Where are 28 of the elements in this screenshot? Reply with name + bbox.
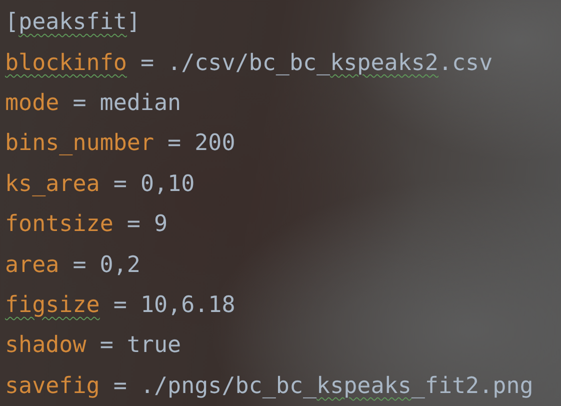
config-value: 0,10 (140, 170, 195, 197)
equals-sign: = (126, 211, 140, 238)
config-key: fontsize (5, 211, 114, 238)
equals-sign: = (72, 252, 86, 278)
config-key: bins_number (5, 130, 154, 156)
equals-sign: = (113, 292, 127, 318)
equals-sign: = (140, 50, 154, 76)
config-value: true (126, 332, 182, 358)
equals-sign: = (113, 372, 127, 399)
section-header: [peaksfit] (5, 9, 140, 36)
config-key: figsize (5, 292, 100, 318)
config-key: mode (5, 90, 60, 116)
config-key: savefig (5, 372, 100, 399)
config-value: 200 (194, 130, 236, 156)
config-value: 9 (154, 211, 168, 238)
config-value: ./csv/bc_bc_kspeaks2.csv (168, 50, 493, 76)
config-value: 0,2 (100, 252, 140, 278)
config-value: 10,6.18 (140, 292, 236, 318)
equals-sign: = (168, 130, 182, 156)
equals-sign: = (113, 170, 127, 197)
config-key: area (5, 252, 60, 278)
config-value: ./pngs/bc_bc_kspeaks_fit2.png (140, 372, 534, 399)
equals-sign: = (100, 332, 114, 358)
config-value: median (100, 90, 182, 116)
config-key: ks_area (5, 170, 100, 197)
config-key: shadow (5, 332, 86, 358)
config-key: blockinfo (5, 50, 127, 76)
equals-sign: = (72, 90, 86, 116)
